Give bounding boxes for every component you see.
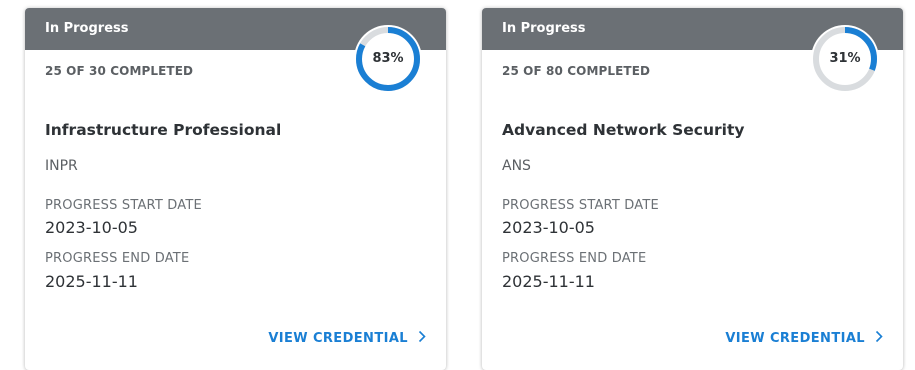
view-credential-label: VIEW CREDENTIAL [268, 331, 408, 346]
end-date-label: PROGRESS END DATE [45, 251, 190, 266]
credential-name: Infrastructure Professional [45, 121, 282, 139]
start-date-label: PROGRESS START DATE [45, 198, 202, 213]
view-credential-link[interactable]: VIEW CREDENTIAL [725, 330, 883, 347]
completed-count: 25 OF 30 COMPLETED [45, 64, 194, 78]
chevron-right-icon [875, 330, 883, 347]
progress-donut: 83% [350, 21, 426, 97]
credential-code: INPR [45, 158, 78, 174]
view-credential-label: VIEW CREDENTIAL [725, 331, 865, 346]
end-date-label: PROGRESS END DATE [502, 251, 647, 266]
progress-donut: 31% [807, 21, 883, 97]
progress-percent: 31% [829, 51, 861, 66]
completed-count: 25 OF 80 COMPLETED [502, 64, 651, 78]
credential-code: ANS [502, 158, 531, 174]
end-date-value: 2025-11-11 [502, 272, 595, 291]
start-date-label: PROGRESS START DATE [502, 198, 659, 213]
chevron-right-icon [418, 330, 426, 347]
credential-card: In Progress 25 OF 30 COMPLETED 83% Infra… [25, 8, 446, 370]
credential-card: In Progress 25 OF 80 COMPLETED 31% Advan… [482, 8, 903, 370]
credential-name: Advanced Network Security [502, 121, 745, 139]
start-date-value: 2023-10-05 [502, 218, 595, 237]
start-date-value: 2023-10-05 [45, 218, 138, 237]
end-date-value: 2025-11-11 [45, 272, 138, 291]
progress-percent: 83% [372, 51, 404, 66]
view-credential-link[interactable]: VIEW CREDENTIAL [268, 330, 426, 347]
